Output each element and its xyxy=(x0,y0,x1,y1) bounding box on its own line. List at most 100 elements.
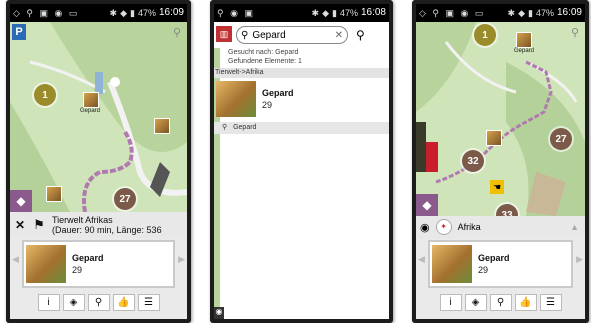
map-marker[interactable]: 27 xyxy=(550,128,572,150)
area-title: Afrika xyxy=(457,222,481,232)
search-button-icon[interactable]: ⚲ xyxy=(356,28,365,42)
action-toolbar: i ◈ ⚲ 👍 ☰ xyxy=(430,294,571,312)
animal-icon[interactable] xyxy=(46,186,62,202)
directions-button[interactable]: ◈ xyxy=(464,294,487,311)
search-icon: ⚲ xyxy=(222,124,228,131)
card-name: Gepard xyxy=(478,253,510,263)
action-toolbar: i ◈ ⚲ 👍 ☰ xyxy=(24,294,173,312)
animal-card[interactable]: Gepard 29 xyxy=(22,240,175,288)
phone-panel-2: ⚲ ◉ ▣ ✱ ◆ ▮ 47% 16:08 ▥ ⚲ Gepard ✕ ⚲ Ges… xyxy=(210,0,393,323)
status-bar: ⚲ ◉ ▣ ✱ ◆ ▮ 47% 16:08 xyxy=(214,4,389,22)
cheetah-thumbnail xyxy=(216,81,256,117)
barcode-icon[interactable]: ▥ xyxy=(216,26,232,42)
close-route-button[interactable]: ✕ xyxy=(10,218,30,232)
next-arrow-icon[interactable]: ▶ xyxy=(576,254,583,265)
cheetah-thumbnail xyxy=(26,245,66,283)
cheetah-thumbnail xyxy=(432,245,472,283)
route-details: (Dauer: 90 min, Länge: 536 xyxy=(52,225,162,235)
bluetooth-icon: ✱ xyxy=(507,8,516,18)
signal-icon: ▮ xyxy=(528,8,533,18)
searched-for-text: Gesucht nach: Gepard xyxy=(228,49,299,56)
map-view[interactable]: 1 27 Gepard P ⚲ ◆ xyxy=(10,22,187,212)
screen: ◇ ⚲ ▣ ◉ ▭ ✱ ◆ ▮ 47% 16:09 1 2 xyxy=(10,4,187,319)
detail-area: ◀ ▶ Gepard 29 i ◈ ⚲ 👍 ☰ xyxy=(416,238,585,319)
signpost-icon: ⚑ xyxy=(33,217,45,232)
map-marker[interactable]: 32 xyxy=(462,150,484,172)
status-bar: ◇ ⚲ ▣ ◉ ▭ ✱ ◆ ▮ 47% 16:09 xyxy=(416,4,585,22)
screen: ⚲ ◉ ▣ ✱ ◆ ▮ 47% 16:08 ▥ ⚲ Gepard ✕ ⚲ Ges… xyxy=(214,4,389,319)
result-number: 29 xyxy=(262,100,273,110)
eye-icon[interactable]: ◉ xyxy=(420,221,430,234)
route-title: Tierwelt Afrikas xyxy=(52,215,113,225)
eye-icon[interactable]: ◉ xyxy=(214,307,224,319)
search-icon: ⚲ xyxy=(241,29,249,41)
battery-level: 47% xyxy=(339,8,358,18)
cheetah-icon[interactable] xyxy=(516,32,532,48)
wifi-icon: ◆ xyxy=(518,8,525,18)
card-number: 29 xyxy=(478,265,489,275)
screen: ◇ ⚲ ▣ ◉ ▭ ✱ ◆ ▮ 47% 16:09 1 2 xyxy=(416,4,585,319)
navigation-button[interactable]: ◆ xyxy=(416,194,438,216)
status-time: 16:08 xyxy=(360,7,386,18)
prev-arrow-icon[interactable]: ◀ xyxy=(12,254,19,265)
status-time: 16:09 xyxy=(556,7,582,18)
expand-arrow-icon[interactable]: ▲ xyxy=(570,222,579,232)
like-button[interactable]: 👍 xyxy=(112,294,135,311)
parking-icon[interactable]: P xyxy=(12,24,26,40)
phone-panel-3: ◇ ⚲ ▣ ◉ ▭ ✱ ◆ ▮ 47% 16:09 1 27 32 33 Gep… xyxy=(412,0,589,323)
card-number: 29 xyxy=(72,265,83,275)
card-name: Gepard xyxy=(72,253,104,263)
section-header: Tierwelt->Afrika xyxy=(214,68,389,78)
info-button[interactable]: i xyxy=(439,294,462,311)
map-view[interactable]: 1 27 32 33 Gepard ☚ ⚲ ◆ xyxy=(416,22,585,226)
status-time: 16:09 xyxy=(158,7,184,18)
signal-icon: ▮ xyxy=(130,8,135,18)
route-bar: ✕ ⚑ Tierwelt Afrikas (Dauer: 90 min, Län… xyxy=(10,212,187,238)
add-to-list-button[interactable]: ☰ xyxy=(539,294,562,311)
animal-icon[interactable] xyxy=(486,130,502,146)
search-value: Gepard xyxy=(252,29,286,41)
poi-label: Gepard xyxy=(514,48,535,54)
battery-level: 47% xyxy=(535,8,554,18)
area-bar: ◉ ✦ Afrika ▲ xyxy=(416,216,585,238)
found-count-text: Gefundene Elemente: 1 xyxy=(228,58,302,65)
phone-panel-1: ◇ ⚲ ▣ ◉ ▭ ✱ ◆ ▮ 47% 16:09 1 27 Gepard P … xyxy=(6,0,191,323)
clear-icon[interactable]: ✕ xyxy=(335,30,343,41)
search-icon[interactable]: ⚲ xyxy=(571,26,579,39)
like-button[interactable]: 👍 xyxy=(514,294,537,311)
next-arrow-icon[interactable]: ▶ xyxy=(178,254,185,265)
detail-area: ◀ ▶ Gepard 29 i ◈ ⚲ 👍 ☰ xyxy=(10,238,187,319)
hand-icon[interactable]: ☚ xyxy=(490,180,504,194)
search-result[interactable]: Gepard 29 xyxy=(214,80,389,118)
status-bar: ◇ ⚲ ▣ ◉ ▭ ✱ ◆ ▮ 47% 16:09 xyxy=(10,4,187,22)
info-button[interactable]: i xyxy=(37,294,60,311)
map-marker[interactable]: 27 xyxy=(114,188,136,210)
animal-card[interactable]: Gepard 29 xyxy=(428,240,573,288)
result-name: Gepard xyxy=(262,88,294,98)
location-pin-button[interactable]: ⚲ xyxy=(489,294,512,311)
notification-icons: ⚲ ◉ ▣ xyxy=(217,8,255,18)
map-marker[interactable]: 1 xyxy=(34,84,56,106)
map-marker[interactable]: 1 xyxy=(474,24,496,46)
area-icon: ✦ xyxy=(435,219,452,235)
search-bar: ▥ ⚲ Gepard ✕ ⚲ xyxy=(214,22,389,48)
battery-level: 47% xyxy=(137,8,156,18)
wifi-icon: ◆ xyxy=(120,8,127,18)
search-input[interactable]: ⚲ Gepard ✕ xyxy=(236,26,348,44)
bluetooth-icon: ✱ xyxy=(311,8,320,18)
search-info: Gesucht nach: Gepard Gefundene Elemente:… xyxy=(228,48,302,66)
animal-icon[interactable] xyxy=(154,118,170,134)
add-to-list-button[interactable]: ☰ xyxy=(137,294,160,311)
notification-icons: ◇ ⚲ ▣ ◉ ▭ xyxy=(13,8,80,18)
bluetooth-icon: ✱ xyxy=(109,8,118,18)
search-chip[interactable]: ⚲ Gepard xyxy=(214,122,389,134)
prev-arrow-icon[interactable]: ◀ xyxy=(418,254,425,265)
navigation-button[interactable]: ◆ xyxy=(10,190,32,212)
wifi-icon: ◆ xyxy=(322,8,329,18)
search-icon[interactable]: ⚲ xyxy=(173,26,181,39)
cheetah-icon[interactable] xyxy=(83,92,99,108)
signal-icon: ▮ xyxy=(332,8,337,18)
location-pin-button[interactable]: ⚲ xyxy=(87,294,110,311)
directions-button[interactable]: ◈ xyxy=(62,294,85,311)
poi-label: Gepard xyxy=(80,108,101,114)
